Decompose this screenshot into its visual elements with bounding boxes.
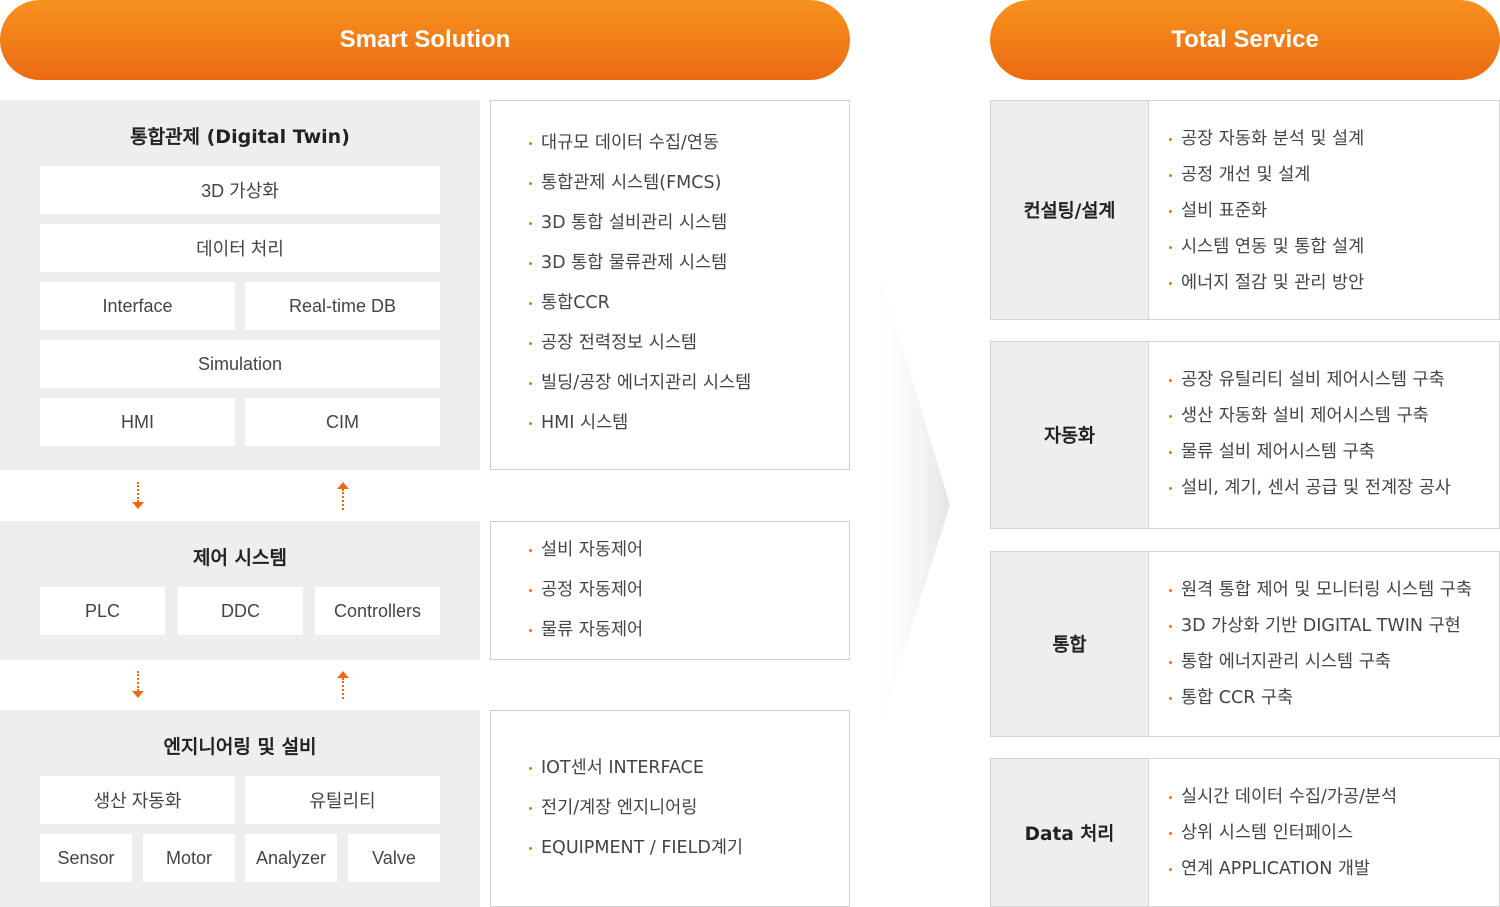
list-item: HMI 시스템 — [527, 403, 751, 443]
list-item: 대규모 데이터 수집/연동 — [527, 123, 751, 163]
digital-twin-list: 대규모 데이터 수집/연동 통합관제 시스템(FMCS) 3D 통합 설비관리 … — [490, 100, 850, 470]
list-item: 3D 가상화 기반 DIGITAL TWIN 구현 — [1167, 608, 1472, 644]
box-valve: Valve — [348, 834, 440, 882]
list-item: 에너지 절감 및 관리 방안 — [1167, 265, 1364, 301]
box-controllers: Controllers — [315, 587, 440, 635]
box-realtime-db: Real-time DB — [245, 282, 440, 330]
list-item: 생산 자동화 설비 제어시스템 구축 — [1167, 398, 1451, 434]
list-item: IOT센서 INTERFACE — [527, 748, 743, 788]
list-item: 설비, 계기, 센서 공급 및 전계장 공사 — [1167, 470, 1451, 506]
list-item: 통합 CCR 구축 — [1167, 680, 1472, 716]
box-cim: CIM — [245, 398, 440, 446]
list-item: 실시간 데이터 수집/가공/분석 — [1167, 779, 1397, 815]
list-item: 통합관제 시스템(FMCS) — [527, 163, 751, 203]
list-item: EQUIPMENT / FIELD계기 — [527, 828, 743, 868]
down-arrow-icon — [132, 482, 144, 510]
box-motor: Motor — [143, 834, 235, 882]
list-item: 공장 전력정보 시스템 — [527, 323, 751, 363]
right-arrow-shape — [870, 240, 950, 760]
service-label: 자동화 — [991, 342, 1149, 528]
control-list: 설비 자동제어 공정 자동제어 물류 자동제어 — [490, 521, 850, 660]
box-simulation: Simulation — [40, 340, 440, 388]
list-item: 공정 개선 및 설계 — [1167, 157, 1364, 193]
up-arrow-icon — [337, 482, 349, 510]
list-item: 3D 통합 설비관리 시스템 — [527, 203, 751, 243]
box-analyzer: Analyzer — [245, 834, 337, 882]
box-plc: PLC — [40, 587, 165, 635]
box-3d-virtualization: 3D 가상화 — [40, 166, 440, 214]
list-item: 공장 유틸리티 설비 제어시스템 구축 — [1167, 362, 1451, 398]
list-item: 빌딩/공장 에너지관리 시스템 — [527, 363, 751, 403]
box-ddc: DDC — [178, 587, 303, 635]
box-utility: 유틸리티 — [245, 776, 440, 824]
smart-solution-header: Smart Solution — [0, 0, 850, 80]
service-row-consulting: 컨설팅/설계 공장 자동화 분석 및 설계 공정 개선 및 설계 설비 표준화 … — [990, 100, 1500, 320]
digital-twin-panel: 통합관제 (Digital Twin) 3D 가상화 데이터 처리 Interf… — [0, 100, 480, 470]
box-data-processing: 데이터 처리 — [40, 224, 440, 272]
list-item: 연계 APPLICATION 개발 — [1167, 851, 1397, 887]
box-sensor: Sensor — [40, 834, 132, 882]
list-item: 시스템 연동 및 통합 설계 — [1167, 229, 1364, 265]
box-hmi: HMI — [40, 398, 235, 446]
engineering-panel: 엔지니어링 및 설비 생산 자동화 유틸리티 Sensor Motor Anal… — [0, 710, 480, 907]
engineering-title: 엔지니어링 및 설비 — [163, 736, 317, 758]
list-item: 공장 자동화 분석 및 설계 — [1167, 121, 1364, 157]
list-item: 전기/계장 엔지니어링 — [527, 788, 743, 828]
service-label: Data 처리 — [991, 759, 1149, 906]
service-row-data: Data 처리 실시간 데이터 수집/가공/분석 상위 시스템 인터페이스 연계… — [990, 758, 1500, 907]
engineering-list: IOT센서 INTERFACE 전기/계장 엔지니어링 EQUIPMENT / … — [490, 710, 850, 907]
list-item: 통합 에너지관리 시스템 구축 — [1167, 644, 1472, 680]
control-title: 제어 시스템 — [192, 547, 287, 569]
list-item: 물류 설비 제어시스템 구축 — [1167, 434, 1451, 470]
down-arrow-icon — [132, 671, 144, 699]
list-item: 설비 표준화 — [1167, 193, 1364, 229]
list-item: 설비 자동제어 — [527, 530, 643, 570]
total-service-header: Total Service — [990, 0, 1500, 80]
service-label: 통합 — [991, 552, 1149, 736]
digital-twin-title: 통합관제 (Digital Twin) — [130, 126, 350, 148]
box-production-automation: 생산 자동화 — [40, 776, 235, 824]
service-row-integration: 통합 원격 통합 제어 및 모니터링 시스템 구축 3D 가상화 기반 DIGI… — [990, 551, 1500, 737]
list-item: 원격 통합 제어 및 모니터링 시스템 구축 — [1167, 572, 1472, 608]
service-row-automation: 자동화 공장 유틸리티 설비 제어시스템 구축 생산 자동화 설비 제어시스템 … — [990, 341, 1500, 529]
list-item: 물류 자동제어 — [527, 610, 643, 650]
up-arrow-icon — [337, 671, 349, 699]
control-panel: 제어 시스템 PLC DDC Controllers — [0, 521, 480, 660]
service-label: 컨설팅/설계 — [991, 101, 1149, 319]
list-item: 상위 시스템 인터페이스 — [1167, 815, 1397, 851]
list-item: 공정 자동제어 — [527, 570, 643, 610]
list-item: 3D 통합 물류관제 시스템 — [527, 243, 751, 283]
list-item: 통합CCR — [527, 283, 751, 323]
box-interface: Interface — [40, 282, 235, 330]
